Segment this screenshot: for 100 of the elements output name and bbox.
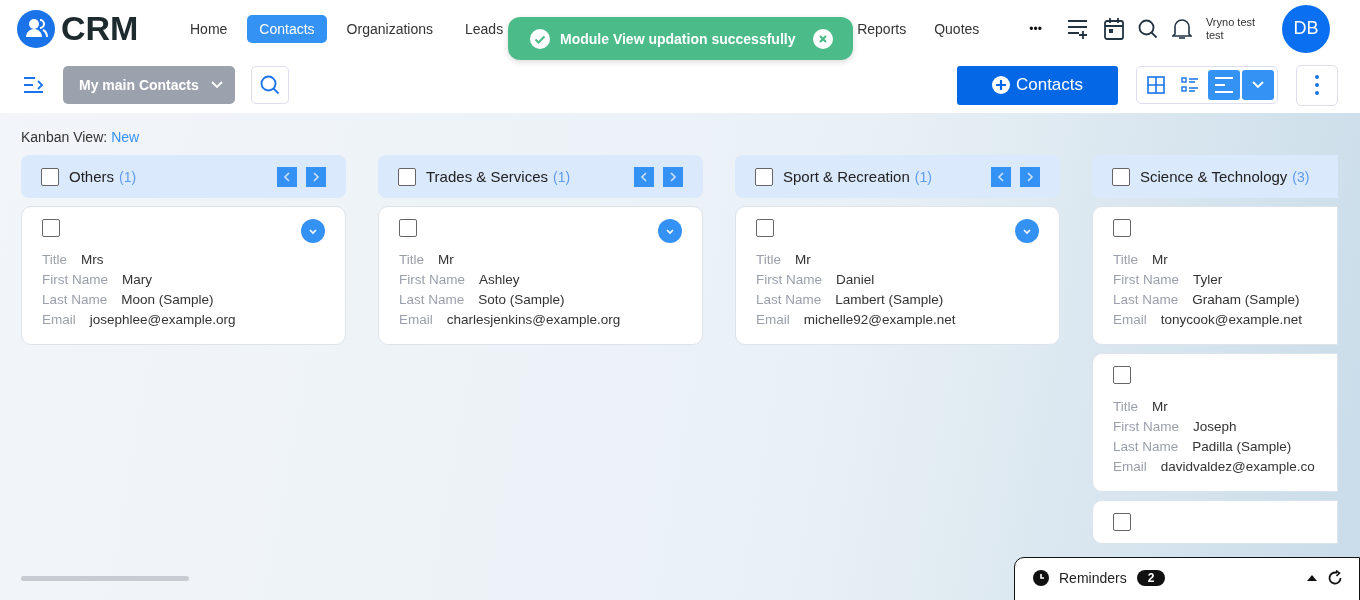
checkbox[interactable]: [41, 167, 59, 186]
chevron-down-icon[interactable]: [1015, 219, 1039, 243]
search-button[interactable]: [250, 66, 289, 104]
field-value: Graham (Sample): [1192, 291, 1300, 309]
field-value: Mr: [1152, 251, 1168, 269]
column-count: (1): [553, 168, 571, 185]
field-value: Ashley: [479, 271, 520, 289]
horizontal-scrollbar[interactable]: [21, 576, 189, 581]
plus-circle-icon: [991, 76, 1010, 94]
chevron-down-icon[interactable]: [658, 219, 682, 243]
sidebar-toggle-icon[interactable]: [23, 76, 45, 94]
chevron-left-icon[interactable]: [277, 166, 297, 187]
close-icon[interactable]: [813, 28, 833, 49]
view-dropdown-button[interactable]: [1242, 70, 1274, 100]
chevron-right-icon[interactable]: [663, 166, 683, 187]
field-label: Last Name: [1113, 291, 1179, 309]
checkbox[interactable]: [398, 167, 416, 186]
search-icon: [259, 75, 280, 95]
checkbox[interactable]: [42, 219, 60, 237]
field-label: Title: [399, 251, 424, 269]
bell-icon[interactable]: [1171, 17, 1192, 40]
clock-icon: [1033, 570, 1049, 586]
field-label: First Name: [756, 271, 822, 289]
field-label: Last Name: [42, 291, 108, 309]
add-list-icon[interactable]: [1065, 17, 1090, 40]
contact-card[interactable]: Title Mr First Name Joseph Last Name Padilla (Sample) Email davidvaldez@example.co: [1092, 353, 1338, 492]
chevron-left-icon[interactable]: [634, 166, 654, 187]
chevron-down-icon[interactable]: [301, 219, 325, 243]
more-options-button[interactable]: [1296, 64, 1338, 106]
caret-up-icon[interactable]: [1307, 575, 1317, 581]
toast-message: Module View updation successfully: [560, 30, 797, 47]
contact-card[interactable]: Title Mr First Name Tyler Last Name Graham (Sample) Email tonycook@example.net: [1092, 206, 1338, 345]
view-name: New: [111, 129, 140, 145]
field-value: michelle92@example.net: [803, 311, 956, 329]
chevron-right-icon[interactable]: [1020, 166, 1040, 187]
field-label: Title: [42, 251, 67, 269]
user-avatar[interactable]: DB: [1281, 4, 1330, 53]
field-value: charlesjenkins@example.org: [446, 311, 621, 329]
chevron-down-icon: [1252, 81, 1264, 89]
contact-card[interactable]: Title Mrs First Name Mary Last Name Moon (Sample) Email josephlee@example.org: [21, 206, 346, 345]
checkbox[interactable]: [1113, 366, 1131, 384]
field-value: Mr: [795, 251, 811, 269]
checkbox[interactable]: [1113, 219, 1131, 237]
checkbox[interactable]: [755, 167, 773, 186]
refresh-icon[interactable]: [1327, 570, 1343, 586]
calendar-icon[interactable]: [1103, 17, 1124, 40]
field-label: Email: [42, 311, 76, 329]
field-value: Joseph: [1193, 418, 1237, 436]
field-value: Padilla (Sample): [1192, 438, 1292, 456]
reminders-label: Reminders: [1059, 570, 1127, 586]
field-label: First Name: [1113, 271, 1179, 289]
lines-icon: [1214, 77, 1234, 93]
field-label: Last Name: [756, 291, 822, 309]
nav-link[interactable]: Organizations: [334, 14, 445, 43]
more-button[interactable]: •••: [1025, 17, 1046, 40]
field-label: First Name: [1113, 418, 1179, 436]
checkbox[interactable]: [1112, 167, 1130, 186]
checkbox[interactable]: [399, 219, 417, 237]
column-count: (1): [914, 168, 932, 185]
chevron-down-icon: [210, 81, 223, 89]
field-label: First Name: [42, 271, 108, 289]
field-value: Soto (Sample): [478, 291, 565, 309]
field-label: Title: [1113, 251, 1138, 269]
field-value: Mr: [1152, 398, 1168, 416]
field-value: Mary: [122, 271, 152, 289]
checkbox[interactable]: [1113, 513, 1131, 531]
field-label: Last Name: [1113, 438, 1179, 456]
kebab-icon: [1315, 75, 1319, 95]
field-value: tonycook@example.net: [1160, 311, 1303, 329]
field-label: Last Name: [399, 291, 465, 309]
field-value: Daniel: [836, 271, 875, 289]
field-label: Email: [399, 311, 433, 329]
field-value: Mrs: [81, 251, 104, 269]
field-label: Title: [756, 251, 781, 269]
view-label: Kanban View:: [21, 129, 108, 145]
column-count: (3): [1292, 168, 1310, 185]
checkbox[interactable]: [756, 219, 774, 237]
column-title: Science & Technology: [1140, 168, 1288, 185]
field-label: First Name: [399, 271, 465, 289]
column-title: Trades & Services: [426, 168, 548, 185]
search-icon[interactable]: [1137, 18, 1158, 39]
nav-link[interactable]: Home: [178, 14, 240, 43]
field-label: Email: [1113, 458, 1147, 476]
grid-icon: [1147, 76, 1165, 94]
chevron-right-icon[interactable]: [306, 166, 326, 187]
contact-card[interactable]: Title Mr First Name Ashley Last Name Soto (Sample) Email charlesjenkins@example.org: [378, 206, 703, 345]
column-count: (1): [119, 168, 137, 185]
column-title: Others: [69, 168, 114, 185]
logo-text: CRM: [61, 9, 139, 48]
field-value: josephlee@example.org: [89, 311, 236, 329]
contact-card[interactable]: Title Mr First Name Daniel Last Name Lambert (Sample) Email michelle92@example.net: [735, 206, 1060, 345]
field-value: Tyler: [1193, 271, 1223, 289]
list-icon: [1181, 76, 1199, 94]
field-label: Email: [756, 311, 790, 329]
chevron-left-icon[interactable]: [991, 166, 1011, 187]
view-toggle[interactable]: [1208, 70, 1240, 100]
add-contact-button[interactable]: Contacts: [957, 65, 1118, 105]
field-value: davidvaldez@example.co: [1160, 458, 1315, 476]
check-circle-icon: [530, 28, 550, 49]
nav-link[interactable]: Quotes: [922, 14, 992, 43]
